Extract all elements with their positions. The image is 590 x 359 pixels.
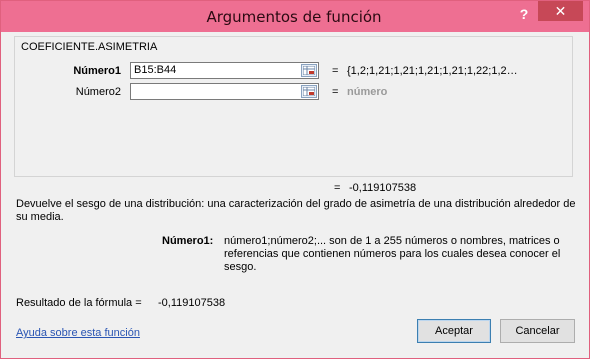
help-icon[interactable]: ? [511, 4, 537, 24]
ok-button[interactable]: Aceptar [417, 319, 491, 343]
cancel-button[interactable]: Cancelar [500, 319, 575, 343]
result-value: -0,119107538 [349, 182, 417, 194]
arg1-label: Número1 [73, 65, 121, 77]
formula-result-value: -0,119107538 [158, 297, 226, 309]
range-select-icon[interactable] [301, 64, 317, 77]
formula-result-label: Resultado de la fórmula = [16, 297, 142, 309]
arg1-preview: {1,2;1,21;1,21;1,21;1,21;1,22;1,2… [347, 65, 518, 77]
arg-help-label: Número1: [162, 235, 214, 247]
function-help-link[interactable]: Ayuda sobre esta función [16, 327, 140, 339]
arguments-group [14, 36, 573, 177]
arg1-value: B15:B44 [134, 64, 177, 76]
arg2-equals: = [332, 86, 339, 98]
arg1-equals: = [332, 65, 339, 77]
dialog-window: Argumentos de función ? ✕ COEFICIENTE.AS… [0, 0, 590, 359]
arg2-preview: número [347, 86, 388, 98]
title-bar[interactable]: Argumentos de función ? ✕ [1, 1, 589, 32]
arg-help-text: número1;número2;... son de 1 a 255 númer… [224, 235, 561, 273]
arg2-input[interactable] [130, 83, 319, 100]
result-equals: = [334, 182, 341, 194]
function-name: COEFICIENTE.ASIMETRIA [21, 41, 158, 53]
function-description: Devuelve el sesgo de una distribución: u… [16, 198, 576, 223]
dialog-title: Argumentos de función [206, 8, 382, 26]
range-select-icon[interactable] [301, 85, 317, 98]
arg2-label: Número2 [75, 86, 121, 98]
arg1-input[interactable]: B15:B44 [130, 62, 319, 79]
close-button[interactable]: ✕ [538, 1, 583, 21]
